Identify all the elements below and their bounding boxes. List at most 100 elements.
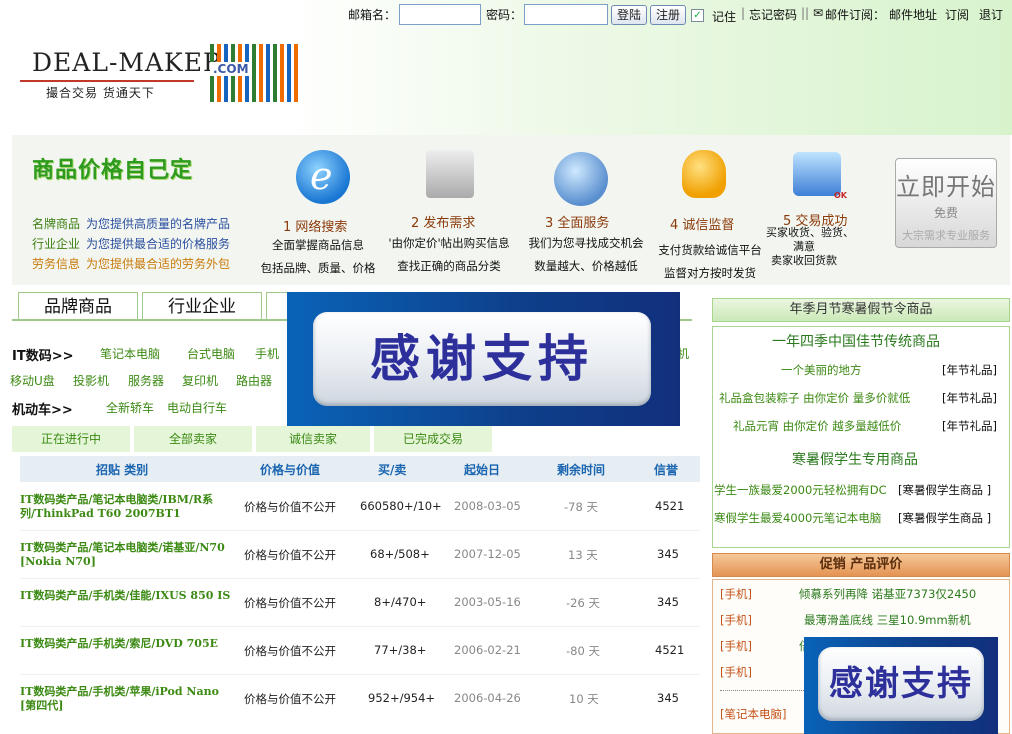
header-divider: | xyxy=(741,6,746,20)
tab-brand-goods[interactable]: 品牌商品 xyxy=(18,292,138,320)
category-link[interactable]: 移动U盘 xyxy=(10,372,55,389)
price-cell: 价格与价值不公开 xyxy=(244,548,336,562)
category-link[interactable]: 服务器 xyxy=(128,372,164,389)
step-title: 2 发布需求 xyxy=(411,216,476,231)
register-button[interactable]: 注册 xyxy=(650,5,686,25)
listing-link[interactable]: IT数码类产品/手机类/佳能/IXUS 850 IS xyxy=(20,589,235,603)
subtab-completed[interactable]: 已完成交易 xyxy=(374,426,492,452)
remember-checkbox[interactable]: ✓ xyxy=(691,9,704,22)
festival-tag: [年节礼品] xyxy=(942,363,997,377)
password-input[interactable] xyxy=(524,4,608,25)
listing-link[interactable]: IT数码类产品/手机类/索尼/DVD 705E xyxy=(20,637,235,651)
start-now-button[interactable]: 立即开始 免费 大宗需求专业服务 xyxy=(895,158,997,248)
promo-link[interactable]: 最薄滑盖底线 三星10.9mm新机 xyxy=(804,612,971,628)
remember-label: 记住 xyxy=(712,10,737,24)
login-button[interactable]: 登陆 xyxy=(611,5,647,25)
logo-slogan: 撮合交易 货通天下 xyxy=(46,86,155,100)
thanks-overlay-small[interactable]: 感谢支持 xyxy=(804,637,998,734)
column-header[interactable]: 价格与价值 xyxy=(260,461,320,478)
mail-icon: ✉ xyxy=(813,6,824,20)
column-header[interactable]: 起始日 xyxy=(464,461,500,478)
tab-industry[interactable]: 行业企业 xyxy=(142,292,262,320)
step-title: 3 全面服务 xyxy=(545,216,610,231)
column-header[interactable]: 剩余时间 xyxy=(557,461,605,478)
category-link[interactable]: 手机 xyxy=(255,345,279,362)
credit-cell: 4521 xyxy=(655,499,685,513)
category-link[interactable]: 投影机 xyxy=(73,372,109,389)
promo-link[interactable]: 倾慕系列再降 诺基亚7373仅2450 xyxy=(799,586,976,602)
mac-finder-icon: OK xyxy=(793,152,847,200)
credit-cell: 345 xyxy=(657,547,679,561)
thanks-text: 感谢支持 xyxy=(313,312,651,406)
column-header[interactable]: 招贴 类别 xyxy=(96,461,148,478)
ie-icon: e xyxy=(296,150,350,204)
promo-category-tag: [手机] xyxy=(720,613,752,627)
unsubscribe-link[interactable]: 退订 xyxy=(979,6,1003,23)
festival-tag: [年节礼品] xyxy=(942,391,997,405)
bell-icon xyxy=(682,150,726,198)
remaining-cell: 10 天 xyxy=(569,692,599,706)
promo-category-tag: [笔记本电脑] xyxy=(720,707,787,721)
forgot-password-link[interactable]: 忘记密码 xyxy=(749,6,797,23)
promo-category-tag: [手机] xyxy=(720,587,752,601)
column-header[interactable]: 买/卖 xyxy=(378,461,406,478)
category-link[interactable]: 电动自行车 xyxy=(167,399,227,416)
thanks-overlay-large[interactable]: 感谢支持 xyxy=(287,292,680,426)
thanks-text: 感谢支持 xyxy=(818,647,984,721)
promo-category-tag: [手机] xyxy=(720,665,752,679)
step-desc: 我们为您寻找成交机会 数量越大、价格越低 xyxy=(528,236,644,273)
row-divider xyxy=(20,530,700,531)
step-desc: 支付货款给诚信平台 监督对方按时发货 xyxy=(658,243,762,280)
step-title: 1 网络搜索 xyxy=(283,220,348,235)
buy-sell-cell: 68+/508+ xyxy=(370,547,430,561)
festival-link[interactable]: 礼品盒包装粽子 由你定价 量多价就低 xyxy=(719,390,910,406)
mail-address-link[interactable]: 邮件地址 xyxy=(889,6,937,23)
student-tag: [寒暑假学生商品 ] xyxy=(898,483,992,497)
credit-cell: 345 xyxy=(657,595,679,609)
email-label: 邮箱名： xyxy=(348,8,397,22)
logo-com: .COM xyxy=(210,62,252,76)
student-link[interactable]: 学生一族最爱2000元轻松拥有DC xyxy=(714,482,887,498)
listing-link[interactable]: IT数码类产品/手机类/苹果/iPod Nano [第四代] xyxy=(20,685,235,713)
category-link[interactable]: 台式电脑 xyxy=(187,345,235,362)
festival-link[interactable]: 一个美丽的地方 xyxy=(781,362,862,378)
step-title: 4 诚信监督 xyxy=(670,218,735,233)
readme-book-icon xyxy=(426,150,474,198)
subscribe-link[interactable]: 订阅 xyxy=(945,6,969,23)
subtab-in-progress[interactable]: 正在进行中 xyxy=(12,426,130,452)
email-input[interactable] xyxy=(399,4,481,25)
start-date-cell: 2007-12-05 xyxy=(454,547,521,561)
promo-item[interactable]: 名牌商品 为您提供高质量的名牌产品 xyxy=(32,215,230,232)
listing-link[interactable]: IT数码类产品/笔记本电脑类/诺基亚/N70 [Nokia N70] xyxy=(20,541,235,569)
row-divider xyxy=(20,578,700,579)
password-label: 密码： xyxy=(486,8,523,22)
student-link[interactable]: 寒假学生最爱4000元笔记本电脑 xyxy=(714,510,881,526)
start-date-cell: 2006-04-26 xyxy=(454,691,521,705)
category-heading-moto[interactable]: 机动车>> xyxy=(12,399,73,418)
price-cell: 价格与价值不公开 xyxy=(244,500,336,514)
start-date-cell: 2008-03-05 xyxy=(454,499,521,513)
festival-tag: [年节礼品] xyxy=(942,419,997,433)
subtab-all-sellers[interactable]: 全部卖家 xyxy=(134,426,252,452)
promo-category-tag: [手机] xyxy=(720,639,752,653)
sidebar-season-header: 年季月节寒暑假节令商品 xyxy=(712,298,1010,322)
remaining-cell: -80 天 xyxy=(566,644,600,658)
promo-item[interactable]: 行业企业 为您提供最合适的价格服务 xyxy=(32,235,230,252)
festival-link[interactable]: 礼品元宵 由你定价 越多量越低价 xyxy=(733,418,901,434)
logo-text[interactable]: DEAL-MAKER xyxy=(32,48,223,77)
credit-cell: 4521 xyxy=(655,643,685,657)
category-link[interactable]: 复印机 xyxy=(182,372,218,389)
category-link[interactable]: 全新轿车 xyxy=(106,399,154,416)
category-link[interactable]: 路由器 xyxy=(236,372,272,389)
gear-globe-icon xyxy=(554,152,608,206)
promo-item[interactable]: 劳务信息 为您提供最合适的劳务外包 xyxy=(32,255,230,272)
listing-link[interactable]: IT数码类产品/笔记本电脑类/IBM/R系列/ThinkPad T60 2007… xyxy=(20,493,235,521)
start-date-cell: 2006-02-21 xyxy=(454,643,521,657)
remaining-cell: -78 天 xyxy=(564,500,598,514)
column-header[interactable]: 信誉 xyxy=(654,461,678,478)
buy-sell-cell: 77+/38+ xyxy=(374,643,427,657)
category-link[interactable]: 笔记本电脑 xyxy=(100,345,160,362)
dotted-divider xyxy=(720,690,806,691)
category-heading-it[interactable]: IT数码>> xyxy=(12,345,74,364)
subtab-trusted-sellers[interactable]: 诚信卖家 xyxy=(256,426,370,452)
